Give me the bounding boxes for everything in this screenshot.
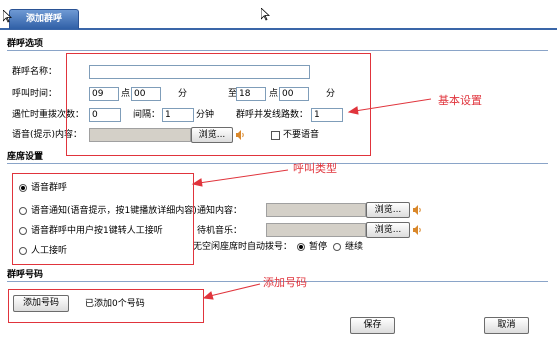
annotation-arrows xyxy=(191,98,432,300)
annotation-add-number: 添加号码 xyxy=(263,276,307,289)
annotation-call-type: 呼叫类型 xyxy=(293,162,337,175)
cursor-icon xyxy=(3,10,12,23)
cursor-icon xyxy=(261,8,270,21)
annotation-basic-settings: 基本设置 xyxy=(438,94,482,107)
